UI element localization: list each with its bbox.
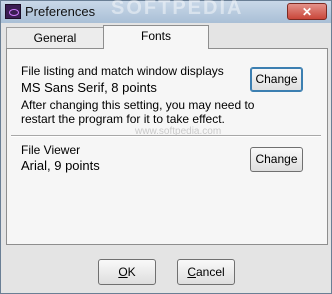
cancel-button[interactable]: Cancel xyxy=(177,259,235,285)
change-listing-font-button[interactable]: Change xyxy=(250,67,303,92)
ok-label-rest: K xyxy=(127,265,136,279)
cancel-label-rest: ancel xyxy=(195,265,225,279)
viewer-font-label: File Viewer xyxy=(21,143,81,157)
change-viewer-font-button[interactable]: Change xyxy=(250,147,303,172)
close-button[interactable]: ✕ xyxy=(287,3,327,20)
title-bar[interactable]: Preferences SOFTPEDIA ✕ xyxy=(1,0,331,23)
tab-fonts[interactable]: Fonts xyxy=(103,25,209,49)
listing-font-label: File listing and match window displays xyxy=(21,64,224,78)
window-title: Preferences xyxy=(25,4,96,19)
preferences-dialog: Preferences SOFTPEDIA ✕ General Fonts Fi… xyxy=(0,0,332,294)
section-divider xyxy=(11,135,321,137)
tab-fonts-label: Fonts xyxy=(140,29,171,43)
close-icon: ✕ xyxy=(301,5,313,19)
watermark: SOFTPEDIA xyxy=(111,0,244,19)
ok-mnemonic: O xyxy=(118,265,128,279)
cancel-mnemonic: C xyxy=(187,265,196,279)
restart-note-line1: After changing this setting, you may nee… xyxy=(21,98,255,112)
tab-general[interactable]: General xyxy=(6,27,104,49)
ok-button[interactable]: OK xyxy=(98,259,156,285)
tab-general-label: General xyxy=(33,31,77,45)
listing-font-value: MS Sans Serif, 8 points xyxy=(21,80,157,95)
restart-note-line2: restart the program for it to take effec… xyxy=(21,112,225,126)
viewer-font-value: Arial, 9 points xyxy=(21,158,100,173)
app-icon xyxy=(5,4,21,19)
